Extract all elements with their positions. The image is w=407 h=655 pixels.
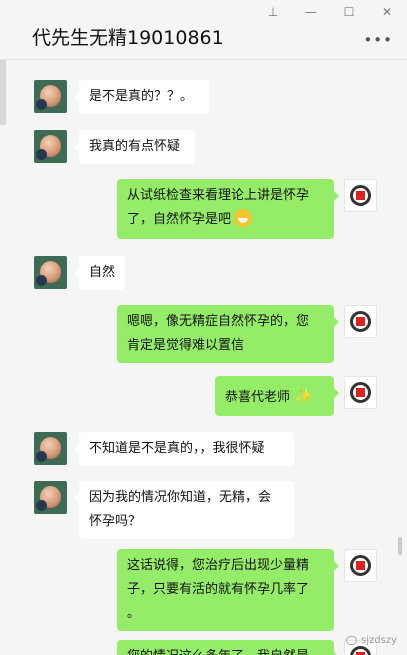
pin-icon[interactable]: ⊥	[267, 5, 279, 19]
message-text: 从试纸检查来看理论上讲是怀孕	[127, 188, 310, 203]
window-controls: ⊥ — ☐ ✕	[267, 5, 393, 19]
maximize-icon[interactable]: ☐	[343, 5, 355, 19]
message-text: 。	[127, 606, 141, 621]
contact-avatar[interactable]	[34, 256, 67, 289]
scrollbar-thumb[interactable]	[398, 537, 402, 555]
contact-avatar[interactable]	[34, 432, 67, 465]
message-text: 我真的有点怀疑	[89, 139, 181, 154]
message-text: 子，只要有活的就有怀孕几率了	[127, 582, 310, 597]
more-icon[interactable]: •••	[363, 31, 393, 49]
message-bubble[interactable]: 我真的有点怀疑	[74, 130, 195, 164]
watermark-text: sjzdszy	[361, 635, 397, 646]
self-avatar[interactable]	[344, 179, 377, 212]
message-bubble[interactable]: 是不是真的？？。	[74, 80, 209, 114]
message-bubble[interactable]: 您的情况这么多年了，我自然是	[117, 640, 339, 655]
message-bubble[interactable]: 因为我的情况你知道，无精，会 怀孕吗？	[74, 481, 294, 539]
contact-avatar[interactable]	[34, 130, 67, 163]
message-text: 自然	[89, 265, 116, 280]
message-bubble[interactable]: 恭喜代老师 ✨	[215, 376, 339, 416]
message-text: 您的情况这么多年了，我自然是	[127, 645, 324, 655]
close-icon[interactable]: ✕	[381, 5, 393, 19]
message-text: 这话说得，您治疗后出现少量精	[127, 558, 310, 573]
wechat-icon	[346, 636, 358, 645]
contact-avatar[interactable]	[34, 481, 67, 514]
contact-avatar[interactable]	[34, 80, 67, 113]
message-bubble[interactable]: 嗯嗯，像无精症自然怀孕的，您 肯定是觉得难以置信	[117, 305, 339, 363]
chat-header: 代先生无精19010861 ⊥ — ☐ ✕ •••	[0, 0, 407, 60]
message-text: 肯定是觉得难以置信	[127, 338, 245, 353]
message-text: 嗯嗯，像无精症自然怀孕的，您	[127, 314, 310, 329]
message-text: 不知道是不是真的，，我很怀疑	[89, 441, 265, 456]
watermark: sjzdszy	[346, 635, 397, 646]
message-list[interactable]: 是不是真的？？。 我真的有点怀疑 从试纸检查来看理论上讲是怀孕 了，自然怀孕是吧…	[0, 60, 407, 655]
self-avatar[interactable]	[344, 549, 377, 582]
chat-title: 代先生无精19010861	[32, 27, 224, 49]
sparkles-icon: ✨	[294, 387, 313, 405]
message-text: 恭喜代老师	[225, 390, 291, 405]
message-bubble[interactable]: 自然	[74, 256, 125, 290]
message-bubble[interactable]: 不知道是不是真的，，我很怀疑	[74, 432, 294, 466]
message-bubble[interactable]: 从试纸检查来看理论上讲是怀孕 了，自然怀孕是吧	[117, 179, 339, 239]
message-text: 怀孕吗？	[89, 514, 142, 529]
grinning-face-icon	[234, 209, 253, 227]
message-bubble[interactable]: 这话说得，您治疗后出现少量精 子，只要有活的就有怀孕几率了 。	[117, 549, 339, 631]
message-text: 了，自然怀孕是吧	[127, 212, 232, 227]
minimize-icon[interactable]: —	[305, 5, 317, 19]
self-avatar[interactable]	[344, 376, 377, 409]
self-avatar[interactable]	[344, 305, 377, 338]
message-text: 是不是真的？？。	[89, 89, 194, 104]
message-text: 因为我的情况你知道，无精，会	[89, 490, 272, 505]
